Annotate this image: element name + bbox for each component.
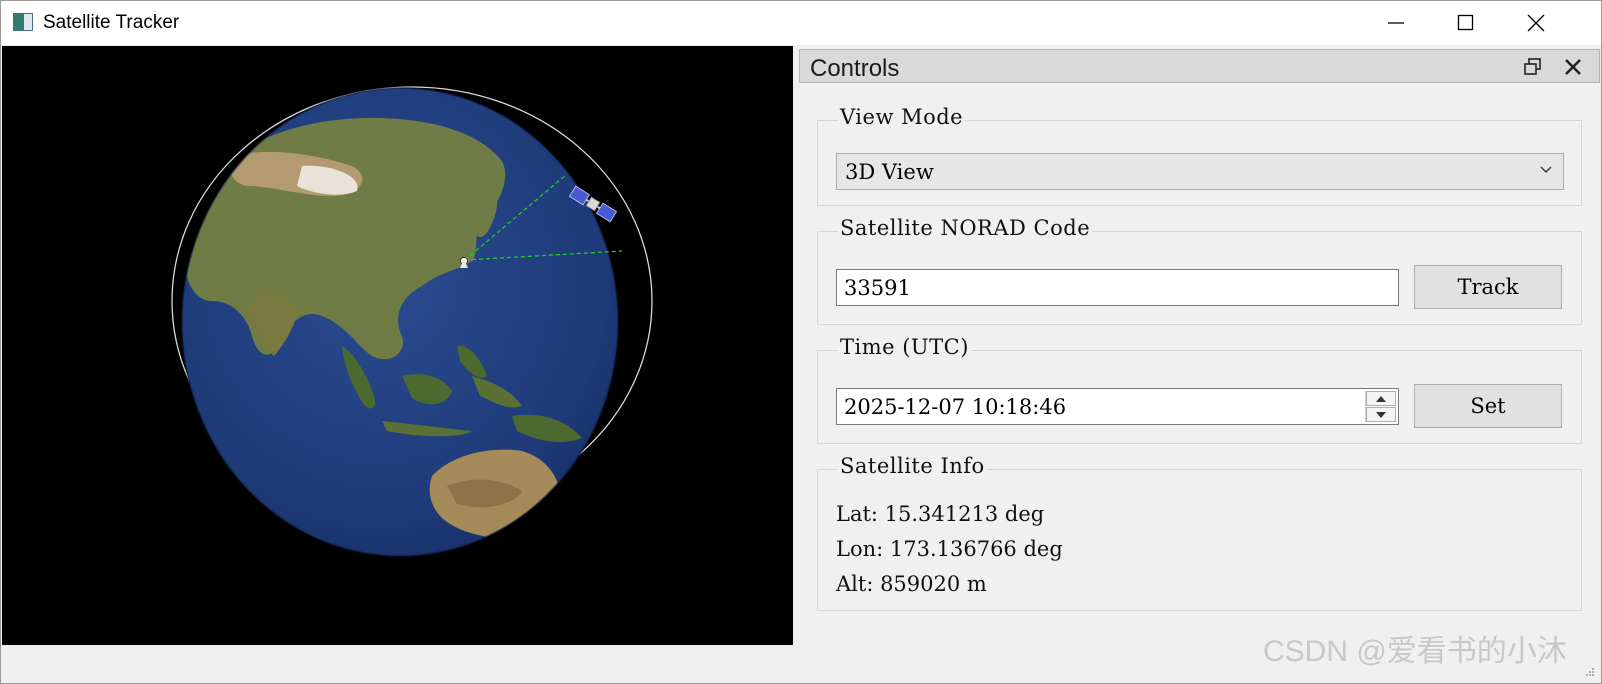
time-group: Time (UTC) 2025-12-07 10:18:46 Set (817, 335, 1582, 444)
app-window: Satellite Tracker Controls View Mode 3D … (0, 0, 1602, 684)
close-icon (1527, 14, 1545, 32)
float-window-icon (1524, 58, 1541, 75)
globe-canvas (171, 86, 653, 557)
altitude-readout: Alt: 859020 m (836, 572, 987, 596)
watermark: CSDN @爱看书的小沐 (1263, 635, 1567, 668)
track-button[interactable]: Track (1414, 265, 1562, 309)
norad-title: Satellite NORAD Code (838, 216, 1093, 240)
minimize-button[interactable] (1361, 1, 1431, 45)
title-bar: Satellite Tracker (1, 1, 1601, 45)
satellite-info-title: Satellite Info (838, 454, 987, 478)
globe-3d-view[interactable] (2, 46, 793, 645)
datetime-value: 2025-12-07 10:18:46 (844, 395, 1067, 419)
app-icon (13, 13, 33, 31)
arrow-up-icon (1376, 395, 1386, 402)
satellite-info-group: Satellite Info Lat: 15.341213 deg Lon: 1… (817, 454, 1582, 611)
norad-group: Satellite NORAD Code 33591 Track (817, 216, 1582, 325)
latitude-readout: Lat: 15.341213 deg (836, 502, 1045, 526)
view-mode-title: View Mode (838, 105, 966, 129)
chevron-down-icon (1540, 166, 1552, 173)
close-icon (1565, 59, 1581, 75)
spin-down-button[interactable] (1366, 407, 1396, 422)
view-mode-group: View Mode 3D View (817, 105, 1582, 206)
norad-input[interactable]: 33591 (836, 269, 1399, 306)
spin-up-button[interactable] (1366, 391, 1396, 406)
window-title: Satellite Tracker (43, 12, 180, 33)
arrow-down-icon (1376, 411, 1386, 418)
time-title: Time (UTC) (838, 335, 971, 359)
minimize-icon (1388, 22, 1404, 24)
dock-close-button[interactable] (1562, 56, 1584, 78)
maximize-button[interactable] (1431, 1, 1501, 45)
resize-grip-icon[interactable] (1585, 667, 1595, 677)
dock-title: Controls (810, 55, 900, 82)
norad-value: 33591 (844, 276, 911, 300)
datetime-spinner (1365, 391, 1396, 422)
view-mode-value: 3D View (845, 160, 934, 184)
dock-header: Controls (799, 49, 1600, 83)
longitude-readout: Lon: 173.136766 deg (836, 537, 1063, 561)
dock-float-button[interactable] (1522, 56, 1544, 78)
controls-dock: Controls View Mode 3D View Satellite NOR… (799, 46, 1601, 646)
maximize-icon (1457, 14, 1474, 31)
ground-station-icon (460, 257, 468, 268)
close-button[interactable] (1501, 1, 1571, 45)
view-mode-select[interactable]: 3D View (836, 153, 1564, 190)
datetime-input[interactable]: 2025-12-07 10:18:46 (836, 388, 1399, 425)
set-time-button[interactable]: Set (1414, 384, 1562, 428)
earth-globe (181, 87, 619, 557)
